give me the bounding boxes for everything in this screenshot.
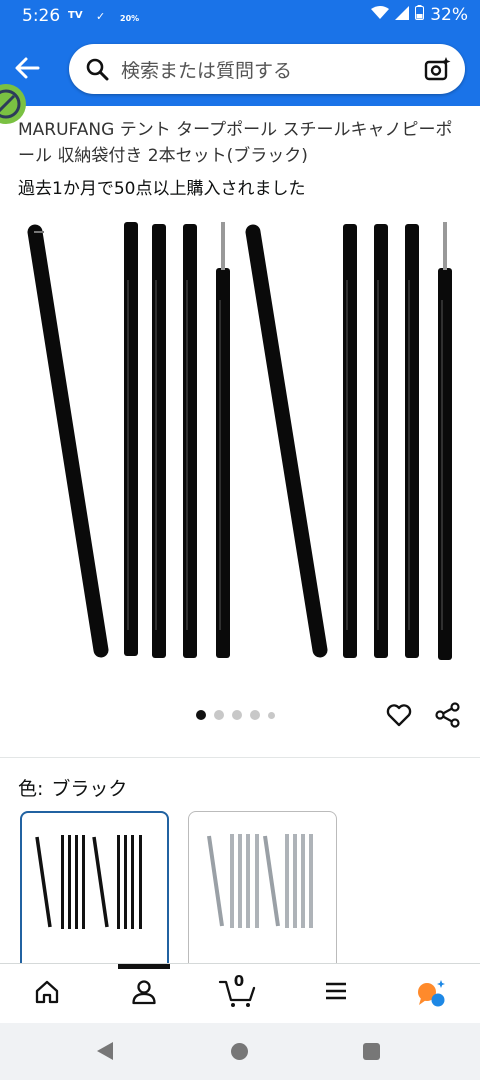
search-placeholder: 検索または質問する (121, 60, 293, 82)
pagination-dot[interactable] (268, 711, 275, 719)
weather-indicator: 20% (120, 14, 140, 23)
bottom-nav: 0 (0, 963, 480, 1023)
system-home-icon[interactable] (231, 1043, 248, 1060)
image-pagination[interactable] (196, 710, 275, 720)
wishlist-heart-icon[interactable] (385, 701, 413, 733)
search-input[interactable]: 検索または質問する (69, 44, 465, 94)
color-selector-label: 色: ブラック (18, 774, 127, 801)
system-recents-icon[interactable] (363, 1043, 380, 1060)
section-divider (0, 757, 480, 758)
product-image[interactable] (0, 210, 480, 680)
signal-icon (395, 5, 410, 25)
account-icon[interactable] (124, 978, 164, 1012)
system-nav-bar (0, 1023, 480, 1080)
cart-count-badge: 0 (233, 972, 245, 990)
back-arrow-icon[interactable] (12, 52, 44, 84)
cart-icon[interactable]: 0 (218, 972, 258, 1012)
header: 検索または質問する (0, 34, 480, 124)
color-label-prefix: 色: (18, 778, 44, 800)
battery-icon (415, 5, 425, 25)
status-bar: 5:26 TV ✓ 20% 32% (0, 0, 480, 34)
active-tab-indicator (118, 964, 170, 969)
search-icon (85, 57, 109, 85)
share-icon[interactable] (434, 701, 462, 733)
selected-color-name: ブラック (51, 778, 128, 800)
pole-set-right (245, 222, 452, 660)
tv-indicator: TV (68, 10, 83, 21)
pagination-dot-active[interactable] (196, 710, 206, 720)
wifi-icon (371, 5, 390, 25)
battery-percent: 32% (430, 5, 468, 25)
color-swatch-black[interactable] (20, 811, 169, 981)
product-title[interactable]: MARUFANG テント タープポール スチールキャノピーポール 収納袋付き 2… (18, 117, 464, 169)
color-swatch-silver[interactable] (188, 811, 337, 981)
purchase-count-note: 過去1か月で50点以上購入されました (18, 179, 306, 199)
home-icon[interactable] (27, 978, 67, 1012)
pagination-dot[interactable] (214, 710, 224, 720)
status-right: 32% (371, 5, 468, 25)
rufus-icon[interactable] (412, 978, 452, 1012)
pagination-dot[interactable] (232, 710, 242, 720)
menu-icon[interactable] (316, 978, 356, 1012)
status-time: 5:26 (22, 6, 61, 26)
camera-search-icon[interactable] (423, 55, 451, 87)
system-back-icon[interactable] (97, 1042, 113, 1060)
pole-set-left (27, 222, 230, 658)
check-circle-icon: ✓ (96, 10, 106, 23)
pagination-dot[interactable] (250, 710, 260, 720)
